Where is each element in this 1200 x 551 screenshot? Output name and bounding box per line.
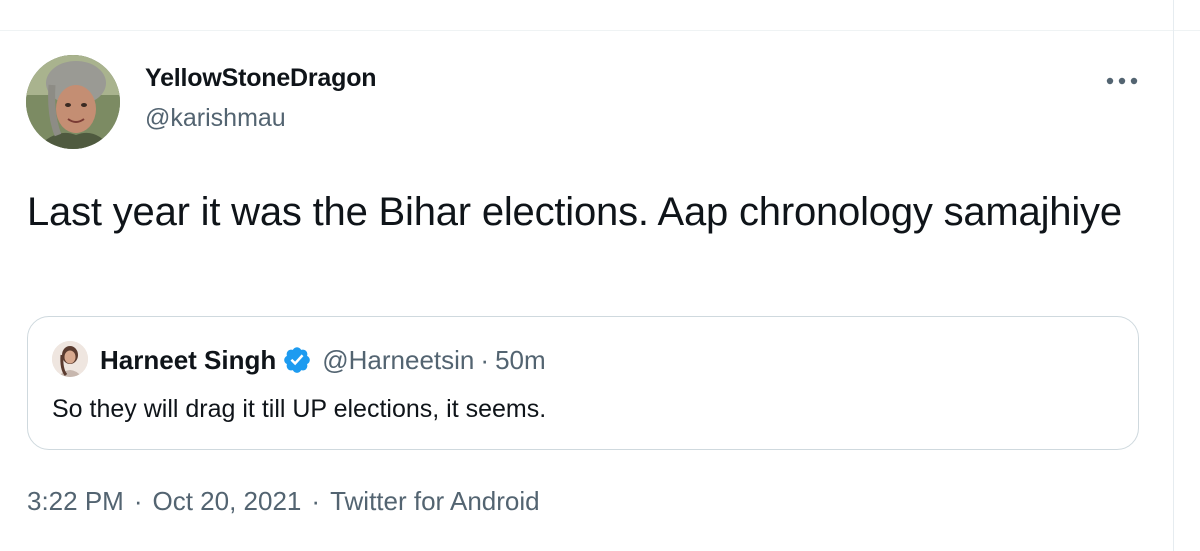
more-horizontal-icon <box>1106 77 1138 85</box>
meta-separator: · <box>311 486 321 516</box>
author-avatar[interactable] <box>26 55 120 149</box>
quoted-tweet-text: So they will drag it till UP elections, … <box>52 395 547 423</box>
quoted-tweet-card[interactable]: Harneet Singh @Harneetsin · 50m So they … <box>27 316 1139 450</box>
tweet-text: Last year it was the Bihar elections. Aa… <box>27 190 1122 234</box>
quoted-tweet-header: Harneet Singh @Harneetsin · 50m <box>100 343 546 377</box>
more-options-button[interactable] <box>1102 66 1142 96</box>
quoted-author-avatar[interactable] <box>52 341 88 377</box>
author-name[interactable]: YellowStoneDragon <box>145 64 377 93</box>
quoted-timestamp[interactable]: 50m <box>495 345 546 376</box>
quoted-author-name[interactable]: Harneet Singh <box>100 345 276 376</box>
tweet-meta: 3:22 PM · Oct 20, 2021 · Twitter for And… <box>27 486 540 517</box>
tweet-time[interactable]: 3:22 PM <box>27 486 124 517</box>
tweet-source[interactable]: Twitter for Android <box>330 486 540 517</box>
timeline-border <box>1173 0 1174 551</box>
tweet-date[interactable]: Oct 20, 2021 <box>153 486 302 517</box>
author-handle[interactable]: @karishmau <box>145 104 286 133</box>
quoted-author-handle[interactable]: @Harneetsin <box>322 345 474 376</box>
quoted-separator: · <box>480 344 490 375</box>
verified-badge-icon <box>284 347 311 373</box>
top-header-strip <box>0 0 1200 31</box>
meta-separator: · <box>133 486 143 516</box>
